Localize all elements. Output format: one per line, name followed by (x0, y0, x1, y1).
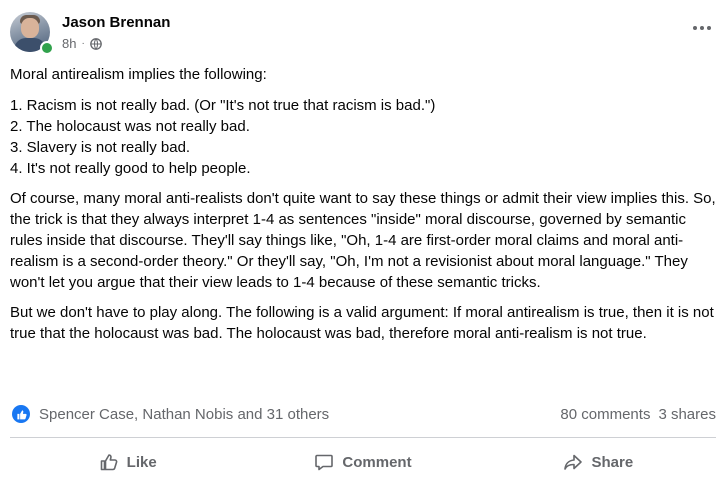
post-list: 1. Racism is not really bad. (Or "It's n… (10, 95, 718, 179)
list-item: 3. Slavery is not really bad. (10, 139, 191, 156)
post-body: Moral antirealism implies the following:… (10, 64, 718, 344)
like-reaction-icon[interactable] (12, 405, 30, 423)
comment-label: Comment (342, 453, 412, 471)
post-stats: Spencer Case, Nathan Nobis and 31 others… (10, 404, 716, 428)
actions-divider (10, 437, 716, 438)
share-icon (564, 454, 583, 470)
like-label: Like (126, 453, 157, 471)
online-status-indicator (40, 41, 54, 55)
like-button[interactable]: Like (10, 442, 245, 482)
share-button[interactable]: Share (481, 442, 716, 482)
post-header: Jason Brennan 8h · (10, 8, 716, 56)
reactors-summary[interactable]: Spencer Case, Nathan Nobis and 31 others (39, 406, 329, 423)
globe-icon[interactable] (89, 37, 102, 50)
comment-button[interactable]: Comment (245, 442, 480, 482)
list-item: 1. Racism is not really bad. (Or "It's n… (10, 97, 436, 114)
post-intro: Moral antirealism implies the following: (10, 66, 267, 83)
thumbs-up-icon (100, 454, 118, 471)
meta-separator: · (81, 38, 85, 49)
list-item: 2. The holocaust was not really bad. (10, 118, 250, 135)
more-options-icon[interactable] (688, 18, 716, 38)
comments-count[interactable]: 80 comments (560, 406, 650, 423)
author-name[interactable]: Jason Brennan (62, 14, 170, 31)
post-paragraph: But we don't have to play along. The fol… (10, 304, 714, 342)
post-actions: Like Comment Share (10, 442, 716, 482)
post-paragraph: Of course, many moral anti-realists don'… (10, 190, 716, 291)
comment-icon (315, 454, 334, 471)
post-time[interactable]: 8h (62, 36, 76, 51)
list-item: 4. It's not really good to help people. (10, 160, 251, 177)
shares-count[interactable]: 3 shares (658, 406, 716, 423)
post-meta: 8h · (62, 36, 102, 51)
share-label: Share (591, 453, 634, 471)
